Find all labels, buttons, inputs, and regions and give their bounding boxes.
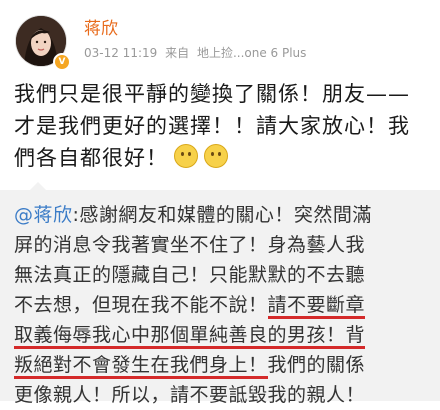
smile-emoji-icon	[204, 144, 228, 168]
mention-link[interactable]: @蒋欣	[14, 204, 73, 226]
reposted-text: @蒋欣:感謝網友和媒體的關心！突然間滿 屏的消息令我著實坐不住了！身為藝人我 無…	[14, 200, 434, 410]
repost-line: 取義侮辱我心中那個單純善良的男孩！背	[14, 320, 434, 350]
repost-line: 屏的消息令我著實坐不住了！身為藝人我	[14, 234, 366, 256]
highlighted-text: 請不要斷章	[267, 294, 366, 319]
repost-line: 不去想，但現在我不能不說！請不要斷章	[14, 290, 434, 320]
post-timestamp: 03-12 11:19	[84, 46, 158, 60]
post-body: 我們只是很平靜的變換了關係！朋友——才是我們更好的選擇！！請大家放心！我們各自都…	[14, 78, 430, 174]
verified-badge-icon: V	[53, 53, 71, 71]
repost-line: 無法真正的隱藏自己！只能默默的不去聽	[14, 264, 366, 286]
repost-line: @蒋欣:感謝網友和媒體的關心！突然間滿	[14, 204, 372, 226]
source-prefix: 来自	[165, 46, 190, 60]
repost-pointer	[30, 182, 46, 190]
username[interactable]: 蒋欣	[84, 14, 118, 39]
repost-line: 更像親人！所以，請不要詆毀我的親人！	[14, 384, 366, 406]
weibo-post-screenshot: V 蒋欣 03-12 11:19 来自 地上捡...one 6 Plus 我們只…	[0, 0, 440, 406]
highlighted-text: 叛絕對不會發生在我們身上！	[14, 354, 268, 379]
post-header: V 蒋欣 03-12 11:19 来自 地上捡...one 6 Plus	[0, 0, 440, 72]
smile-emoji-icon	[174, 144, 198, 168]
post-meta: 03-12 11:19 来自 地上捡...one 6 Plus	[84, 44, 310, 61]
highlighted-text: 取義侮辱我心中那個單純善良的男孩！背	[14, 324, 366, 349]
post-source[interactable]: 地上捡...one 6 Plus	[197, 46, 306, 60]
repost-line: 叛絕對不會發生在我們身上！我們的關係	[14, 350, 434, 380]
